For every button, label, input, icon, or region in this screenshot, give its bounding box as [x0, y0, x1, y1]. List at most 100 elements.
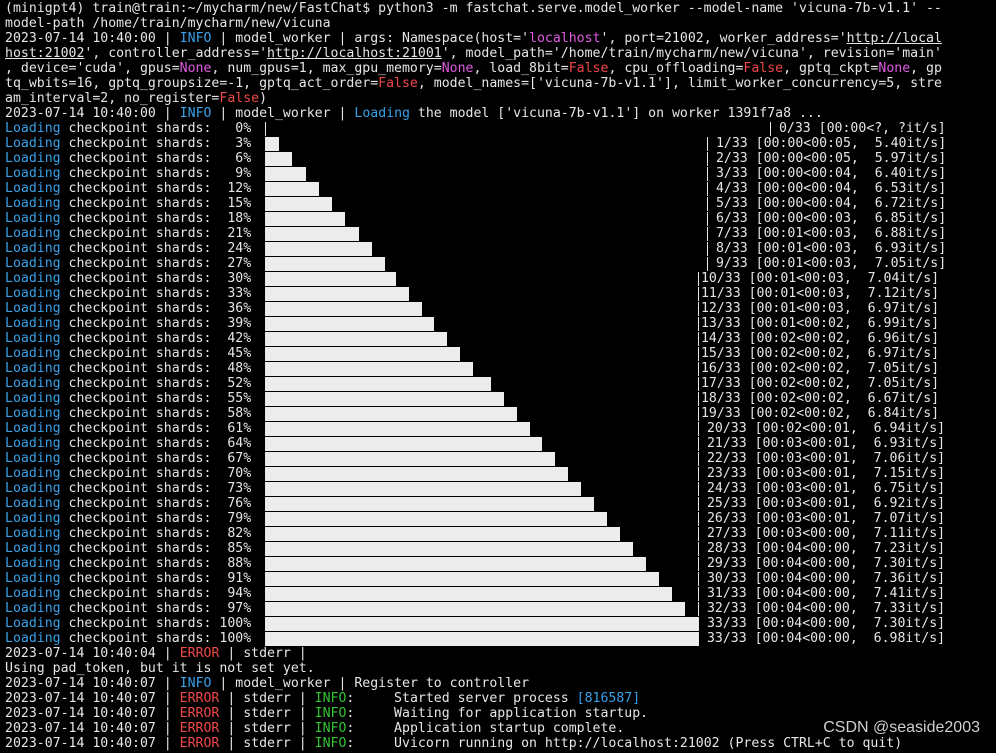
- progress-row: Loading checkpoint shards: 0% 0/33 [00:0…: [5, 121, 985, 136]
- log-text: , model_names=['vicuna-7b-v1.1'], limit_…: [417, 76, 942, 91]
- false-value: False: [378, 76, 418, 91]
- progress-bar-fill: [266, 212, 345, 226]
- progress-label: checkpoint shards:: [60, 331, 212, 346]
- worker-address-link[interactable]: http://local: [847, 31, 942, 46]
- timestamp: 2023-07-14 10:40:07 |: [5, 721, 180, 736]
- command-line-wrap: model-path /home/train/mycharm/new/vicun…: [5, 16, 331, 31]
- progress-bar-fill: [266, 242, 372, 256]
- progress-row: Loading checkpoint shards: 55% 18/33 [00…: [5, 391, 985, 406]
- progress-row: Loading checkpoint shards: 79% 26/33 [00…: [5, 511, 985, 526]
- loading-word: Loading: [5, 556, 61, 571]
- progress-stats: 9/33 [00:01<00:03, 7.05it/s]: [708, 256, 947, 271]
- progress-percent: 24%: [211, 241, 252, 256]
- progress-bar-fill: [266, 557, 646, 571]
- progress-row: Loading checkpoint shards: 21% 7/33 [00:…: [5, 226, 985, 241]
- log-text: , device='cuda', gpus=: [5, 61, 180, 76]
- progress-percent: 45%: [211, 346, 252, 361]
- log-text: tq_wbits=16, gptq_groupsize=-1, gptq_act…: [5, 76, 379, 91]
- progress-row: Loading checkpoint shards: 18% 6/33 [00:…: [5, 211, 985, 226]
- progress-percent: 3%: [211, 136, 252, 151]
- progress-bar: [265, 482, 699, 496]
- controller-address-link[interactable]: http://localhost:21001: [267, 46, 442, 61]
- progress-bar-fill: [266, 422, 530, 436]
- false-value: False: [568, 61, 609, 76]
- loading-word: Loading: [5, 391, 61, 406]
- progress-label: checkpoint shards:: [60, 346, 212, 361]
- progress-percent: 100%: [211, 616, 252, 631]
- progress-row: Loading checkpoint shards: 33% 11/33 [00…: [5, 286, 985, 301]
- progress-label: checkpoint shards:: [60, 181, 212, 196]
- info-level: INFO: [314, 721, 347, 736]
- progress-row: Loading checkpoint shards: 76% 25/33 [00…: [5, 496, 985, 511]
- progress-stats: 19/33 [00:02<00:02, 6.84it/s]: [693, 406, 940, 421]
- loading-word: Loading: [5, 286, 61, 301]
- log-text: | stderr |: [219, 691, 315, 706]
- loading-word: Loading: [5, 226, 61, 241]
- process-id: [816587]: [576, 691, 641, 706]
- progress-bar: [265, 407, 699, 421]
- timestamp: 2023-07-14 10:40:00: [5, 31, 156, 46]
- worker-address-link-wrap[interactable]: host:21002: [5, 46, 84, 61]
- progress-label: checkpoint shards:: [60, 301, 212, 316]
- log-text: | model_worker | Register to controller: [211, 676, 530, 691]
- log-text: | stderr |: [219, 721, 315, 736]
- progress-stats: 3/33 [00:00<00:04, 6.40it/s]: [708, 166, 947, 181]
- terminal-window[interactable]: (minigpt4) train@train:~/mycharm/new/Fas…: [0, 0, 996, 753]
- loading-word: Loading: [5, 346, 61, 361]
- progress-bar: [265, 392, 699, 406]
- progress-bar-fill: [266, 602, 685, 616]
- progress-bar-fill: [266, 317, 434, 331]
- progress-stats: 1/33 [00:00<00:05, 5.40it/s]: [708, 136, 947, 151]
- progress-bar: [265, 212, 708, 226]
- progress-bar-fill: [266, 257, 385, 271]
- args-log-line-2: host:21002', controller_address='http://…: [5, 46, 942, 61]
- progress-percent: 79%: [211, 511, 252, 526]
- loading-word: Loading: [5, 451, 61, 466]
- progress-bar-fill: [266, 467, 568, 481]
- timestamp: 2023-07-14 10:40:07 |: [5, 736, 180, 751]
- loading-word: Loading: [5, 526, 61, 541]
- progress-percent: 70%: [211, 466, 252, 481]
- progress-percent: 100%: [211, 631, 252, 646]
- args-log-line-5: am_interval=2, no_register=False): [5, 91, 267, 106]
- command-line: (minigpt4) train@train:~/mycharm/new/Fas…: [5, 1, 942, 16]
- progress-bar-fill: [266, 617, 698, 631]
- timestamp: 2023-07-14 10:40:07 |: [5, 691, 180, 706]
- progress-bar: [265, 422, 699, 436]
- progress-percent: 55%: [211, 391, 252, 406]
- progress-bar: [265, 587, 699, 601]
- loading-word: Loading: [5, 196, 61, 211]
- loading-word: Loading: [5, 166, 61, 181]
- progress-bar-fill: [266, 407, 517, 421]
- error-level: ERROR: [179, 691, 220, 706]
- progress-bar-fill: [266, 287, 409, 301]
- progress-bar: [265, 167, 708, 181]
- progress-row: Loading checkpoint shards: 73% 24/33 [00…: [5, 481, 985, 496]
- progress-stats: 25/33 [00:03<00:01, 6.92it/s]: [699, 496, 946, 511]
- progress-stats: 29/33 [00:04<00:00, 7.30it/s]: [699, 556, 946, 571]
- loading-word: Loading: [5, 436, 61, 451]
- progress-bar: [265, 137, 708, 151]
- progress-bar-fill: [266, 497, 594, 511]
- progress-label: checkpoint shards:: [60, 631, 212, 646]
- progress-row: Loading checkpoint shards: 6% 2/33 [00:0…: [5, 151, 985, 166]
- progress-percent: 52%: [211, 376, 252, 391]
- progress-stats: 7/33 [00:01<00:03, 6.88it/s]: [708, 226, 947, 241]
- args-log-line-4: tq_wbits=16, gptq_groupsize=-1, gptq_act…: [5, 76, 942, 91]
- progress-percent: 48%: [211, 361, 252, 376]
- loading-word: Loading: [5, 271, 61, 286]
- log-text: , num_gpus=1, max_gpu_memory=: [211, 61, 442, 76]
- progress-stats: 4/33 [00:00<00:04, 6.53it/s]: [708, 181, 947, 196]
- progress-stats: 28/33 [00:04<00:00, 7.23it/s]: [699, 541, 946, 556]
- loading-word: Loading: [5, 151, 61, 166]
- progress-row: Loading checkpoint shards: 64% 21/33 [00…: [5, 436, 985, 451]
- error-log-line: 2023-07-14 10:40:04 | ERROR | stderr |: [5, 646, 307, 661]
- log-text: ): [259, 91, 268, 106]
- progress-stats: 30/33 [00:04<00:00, 7.36it/s]: [699, 571, 946, 586]
- progress-stats: 24/33 [00:03<00:01, 6.75it/s]: [699, 481, 946, 496]
- loading-word: Loading: [5, 406, 61, 421]
- progress-stats: 10/33 [00:01<00:03, 7.04it/s]: [693, 271, 940, 286]
- loading-word: Loading: [5, 586, 61, 601]
- progress-row: Loading checkpoint shards: 97% 32/33 [00…: [5, 601, 985, 616]
- none-value: None: [441, 61, 474, 76]
